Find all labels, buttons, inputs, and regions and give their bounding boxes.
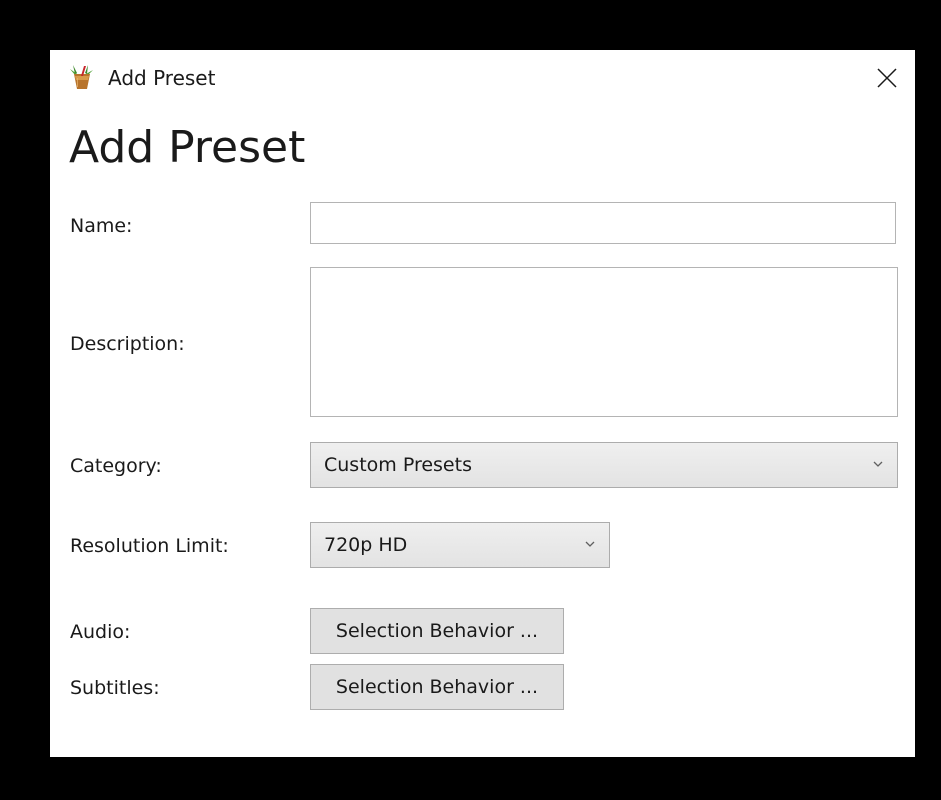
description-label: Description: bbox=[70, 333, 185, 355]
handbrake-app-icon bbox=[68, 64, 96, 90]
close-button[interactable] bbox=[859, 50, 915, 106]
close-icon bbox=[877, 68, 897, 88]
category-label: Category: bbox=[70, 455, 162, 477]
name-label: Name: bbox=[70, 215, 133, 237]
category-selected-value: Custom Presets bbox=[324, 454, 472, 476]
category-dropdown[interactable]: Custom Presets bbox=[310, 442, 898, 488]
chevron-down-icon bbox=[873, 461, 883, 467]
name-input[interactable] bbox=[310, 202, 896, 244]
subtitles-label: Subtitles: bbox=[70, 677, 160, 699]
chevron-down-icon bbox=[585, 541, 595, 547]
subtitles-selection-behavior-button[interactable]: Selection Behavior ... bbox=[310, 664, 564, 710]
audio-selection-behavior-button[interactable]: Selection Behavior ... bbox=[310, 608, 564, 654]
description-input[interactable] bbox=[310, 267, 898, 417]
window-title: Add Preset bbox=[108, 66, 216, 90]
audio-label: Audio: bbox=[70, 621, 131, 643]
add-preset-dialog: Add Preset Add Preset Name: Description:… bbox=[50, 50, 915, 757]
resolution-limit-selected-value: 720p HD bbox=[324, 534, 408, 556]
page-title: Add Preset bbox=[69, 122, 306, 173]
title-bar: Add Preset bbox=[50, 50, 915, 106]
resolution-limit-dropdown[interactable]: 720p HD bbox=[310, 522, 610, 568]
resolution-limit-label: Resolution Limit: bbox=[70, 535, 229, 557]
